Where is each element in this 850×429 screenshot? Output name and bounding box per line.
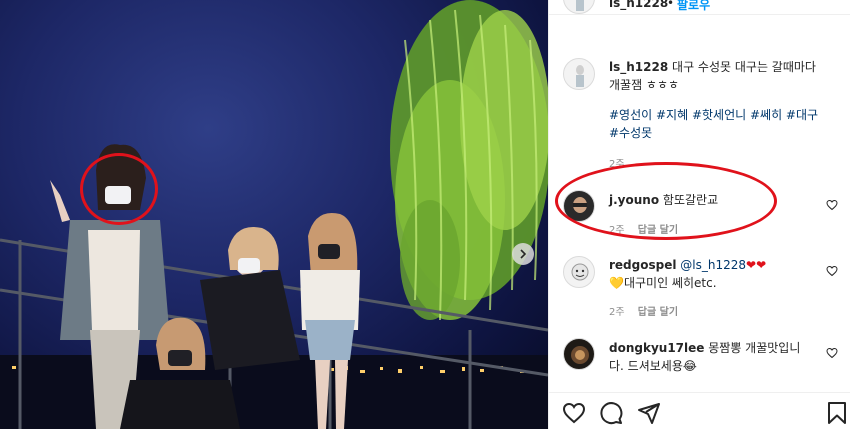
post-photo[interactable]	[0, 0, 548, 429]
reply-button[interactable]: 답글 달기	[638, 307, 678, 318]
header-avatar[interactable]	[563, 0, 595, 14]
comment-icon[interactable]	[599, 401, 623, 425]
follow-button[interactable]: 팔로우	[677, 0, 710, 13]
comment-text-line1: 몽짬뽕 개꿀맛입니	[708, 341, 801, 355]
comment-hearts: ❤❤	[746, 258, 767, 272]
next-photo-button[interactable]	[512, 243, 534, 265]
comment-avatar[interactable]	[563, 256, 595, 288]
chevron-right-icon	[520, 249, 527, 259]
comment-avatar[interactable]	[563, 338, 595, 370]
caption-hashtags-line1[interactable]: #영선이 #지혜 #핫세언니 #쎄히 #대구	[609, 108, 818, 122]
comment-text: 대구미인 쎄히etc.	[623, 276, 717, 290]
comment-text: 함또갈란교	[662, 193, 719, 207]
comment-time[interactable]: 2주	[609, 225, 625, 236]
comment-text-line2: 다. 드셔보세용	[609, 359, 683, 373]
bookmark-icon[interactable]	[825, 401, 849, 425]
caption-text-line1: 대구 수성못 대구는 갈때마다	[672, 60, 816, 74]
share-icon[interactable]	[637, 401, 661, 425]
caption-avatar[interactable]	[563, 58, 595, 90]
avatar-image	[573, 197, 587, 213]
heart-icon[interactable]	[826, 347, 838, 359]
header-separator: •	[667, 0, 675, 10]
header-divider	[549, 14, 850, 15]
header-username[interactable]: ls_h1228	[609, 0, 668, 10]
night-riverside-photo	[0, 0, 548, 429]
caption-text-line2: 개꿀잼 ㅎㅎㅎ	[609, 78, 680, 92]
like-heart-icon[interactable]	[562, 401, 586, 425]
comment-mention[interactable]: @ls_h1228	[680, 258, 746, 272]
caption-username[interactable]: ls_h1228	[609, 60, 668, 74]
comment-username[interactable]: dongkyu17lee	[609, 341, 704, 355]
yellow-heart-emoji: 💛	[609, 276, 624, 290]
post-sidebar: ls_h1228 • 팔로우 ••• ls_h1228 대구 수성못 대구는 갈…	[548, 0, 850, 429]
caption-hashtags-line2[interactable]: #수성못	[609, 126, 652, 140]
caption-time[interactable]: 2주	[609, 159, 625, 170]
comment-avatar[interactable]	[563, 190, 595, 222]
comment-username[interactable]: j.youno	[609, 193, 659, 207]
heart-icon[interactable]	[826, 265, 838, 277]
avatar-image	[571, 263, 589, 281]
laughing-emoji: 😂	[682, 359, 697, 373]
avatar-image	[576, 65, 584, 87]
reply-button[interactable]: 답글 달기	[638, 225, 678, 236]
heart-icon[interactable]	[826, 199, 838, 211]
comment-username[interactable]: redgospel	[609, 258, 676, 272]
person-2	[200, 226, 300, 370]
avatar-image	[576, 0, 584, 11]
comment-time[interactable]: 2주	[609, 307, 625, 318]
post-header: ls_h1228 • 팔로우 •••	[549, 0, 850, 14]
avatar-image	[571, 346, 589, 364]
actions-divider	[549, 392, 850, 393]
more-icon[interactable]: •••	[829, 0, 845, 5]
lit-willow-tree	[390, 0, 548, 321]
